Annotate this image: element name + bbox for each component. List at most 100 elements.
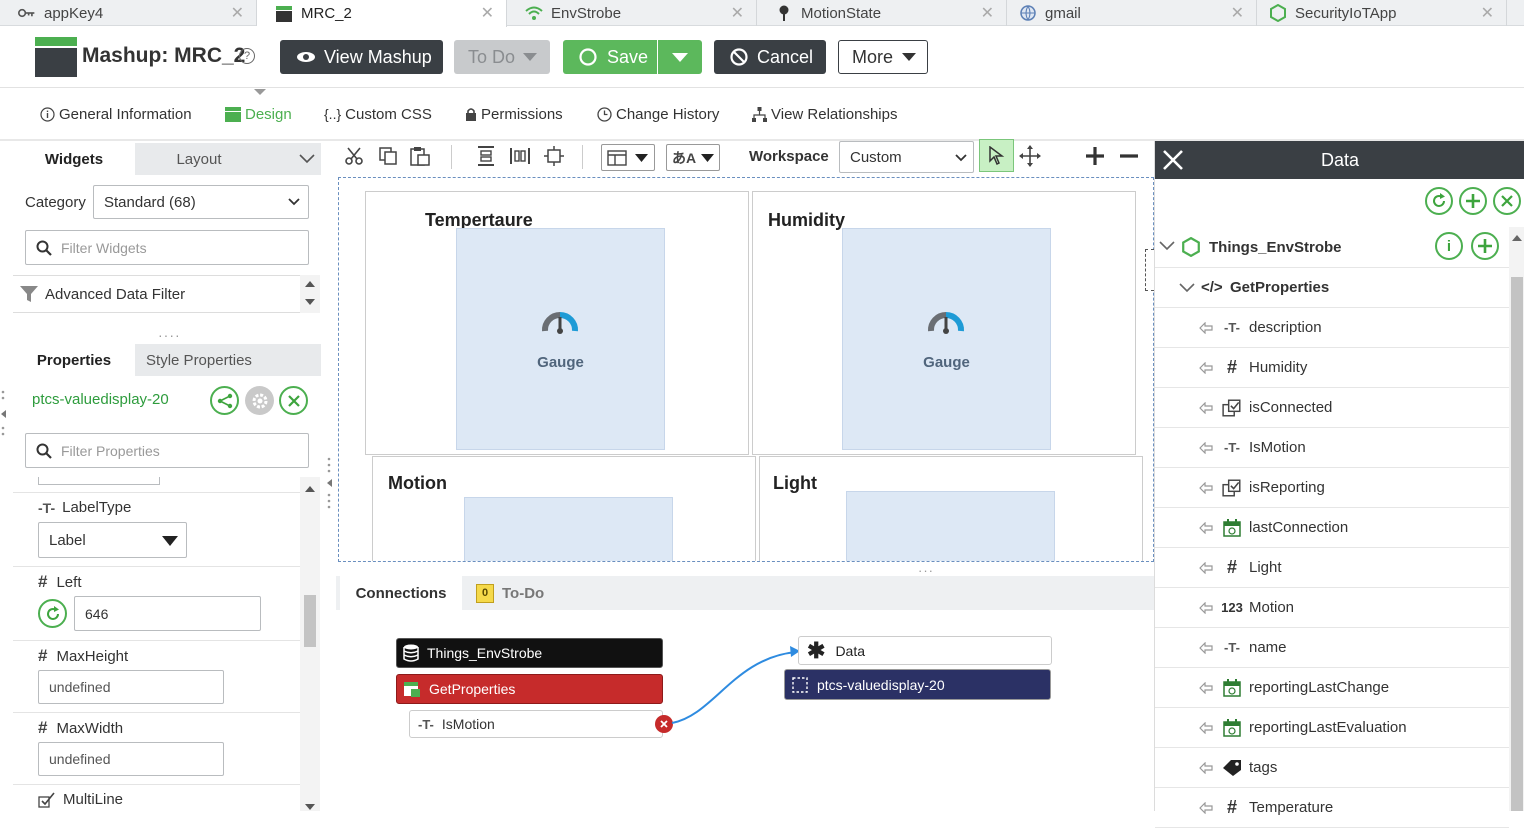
maxwidth-input[interactable]: undefined [38,742,224,776]
tab-layout[interactable]: Layout [137,143,261,175]
data-service-row[interactable]: </> GetProperties [1155,268,1509,308]
widget-list-item[interactable]: Advanced Data Filter [13,275,300,313]
remove-data-button[interactable] [1493,187,1521,215]
category-select[interactable]: Standard (68) [93,185,309,219]
data-field-row[interactable]: reportingLastEvaluation [1155,708,1509,748]
tab-view-relationships[interactable]: View Relationships [752,88,897,140]
mashup-canvas[interactable]: Tempertaure Gauge Humidity Gauge Motion … [338,177,1154,562]
save-dropdown-button[interactable] [658,40,702,74]
add-data-button[interactable] [1459,187,1487,215]
data-field-row[interactable]: -T- IsMotion [1155,428,1509,468]
paste-icon[interactable] [408,141,432,171]
reset-button[interactable] [38,599,67,628]
tab-widgets[interactable]: Widgets [13,143,135,175]
zoom-in-icon[interactable] [1082,141,1108,171]
close-icon[interactable]: ✕ [1481,3,1494,23]
close-icon[interactable]: ✕ [481,3,494,23]
cut-icon[interactable] [342,141,366,171]
align-horizontal-icon[interactable] [508,141,532,171]
splitter-grip[interactable]: ···· [158,327,181,343]
close-icon[interactable]: ✕ [1231,3,1244,23]
data-field-row[interactable]: isConnected [1155,388,1509,428]
widget-list-scrollbar[interactable] [300,275,320,313]
settings-button[interactable] [245,386,274,415]
tab-connections[interactable]: Connections [340,576,462,610]
save-button[interactable]: Save [563,40,657,74]
property-scrollbar[interactable] [300,477,320,811]
close-icon[interactable]: ✕ [731,3,744,23]
localization-dropdown[interactable]: あA [666,144,720,171]
zoom-out-icon[interactable] [1116,141,1142,171]
data-field-row[interactable]: isReporting [1155,468,1509,508]
chevron-down-icon[interactable] [299,154,315,164]
data-field-row[interactable]: # Light [1155,548,1509,588]
center-icon[interactable] [542,141,566,171]
info-button[interactable]: i [1435,232,1463,260]
align-vertical-icon[interactable] [474,141,498,171]
view-mashup-button[interactable]: View Mashup [280,40,443,74]
browser-tab-mrc2[interactable]: MRC_2 ✕ [257,0,507,27]
data-field-row[interactable]: 123 Motion [1155,588,1509,628]
data-field-row[interactable]: -T-description [1155,308,1509,348]
widget-target-node[interactable]: ptcs-valuedisplay-20 [784,669,1051,700]
data-field-row[interactable]: # Temperature [1155,788,1509,828]
cancel-button[interactable]: Cancel [714,40,826,74]
gauge-widget[interactable]: Gauge [842,228,1051,450]
layout-dropdown[interactable] [601,144,655,171]
drag-arrow-icon [1199,801,1213,814]
vertical-splitter[interactable] [325,455,333,510]
tab-design[interactable]: Design [225,88,292,140]
browser-tab-appkey4[interactable]: appKey4 ✕ [0,0,257,26]
data-field-row[interactable]: tags [1155,748,1509,788]
gauge-widget[interactable]: Gauge [456,228,665,450]
browser-tab-motionstate[interactable]: MotionState ✕ [757,0,1007,26]
thing-node[interactable]: Things_EnvStrobe [396,638,663,668]
add-service-button[interactable] [1471,232,1499,260]
data-field-row[interactable]: lastConnection [1155,508,1509,548]
field-node[interactable]: -T- IsMotion [409,710,663,738]
service-node[interactable]: GetProperties [396,674,663,704]
tab-todo[interactable]: 0 To-Do [467,576,559,610]
data-thing-row[interactable]: Things_EnvStrobe i [1155,227,1509,268]
data-field-row[interactable]: # Humidity [1155,348,1509,388]
browser-tab-envstrobe[interactable]: EnvStrobe ✕ [507,0,757,26]
browser-tab-gmail[interactable]: gmail ✕ [1007,0,1257,26]
collapse-handle[interactable] [0,388,8,438]
layout-cell-temperature[interactable]: Tempertaure Gauge [365,191,749,455]
widget-placeholder[interactable] [464,497,673,561]
layout-cell-motion[interactable]: Motion [372,456,756,561]
remove-widget-button[interactable] [279,386,308,415]
bind-button[interactable] [210,386,239,415]
close-icon[interactable]: ✕ [231,3,244,23]
todo-button[interactable]: To Do [454,40,550,74]
filter-widgets-input[interactable]: Filter Widgets [25,230,309,265]
copy-icon[interactable] [376,141,400,171]
close-icon[interactable]: ✕ [981,3,994,23]
data-field-row[interactable]: -T-name [1155,628,1509,668]
maxheight-input[interactable]: undefined [38,670,224,704]
tab-general-information[interactable]: General Information [40,88,192,140]
more-button[interactable]: More [838,40,928,74]
browser-tab-securityiotapp[interactable]: SecurityIoTApp ✕ [1257,0,1507,26]
data-target-node[interactable]: ✱ Data [798,636,1052,665]
resize-handle[interactable] [1145,249,1154,291]
left-input[interactable]: 646 [74,596,261,631]
tab-permissions[interactable]: Permissions [465,88,563,140]
labeltype-select[interactable]: Label [38,522,187,558]
move-icon[interactable] [1017,141,1043,171]
help-icon[interactable]: ? [239,48,255,64]
workspace-select[interactable]: Custom [839,141,974,173]
select-tool-button[interactable] [979,139,1014,172]
refresh-button[interactable] [1425,187,1453,215]
prop-labeltype-label: LabelType [62,499,132,516]
data-panel-scrollbar[interactable] [1509,227,1524,811]
layout-cell-humidity[interactable]: Humidity Gauge [752,191,1136,455]
tab-properties[interactable]: Properties [13,344,135,376]
widget-placeholder[interactable] [846,491,1055,561]
layout-cell-light[interactable]: Light [759,456,1143,561]
tab-style-properties[interactable]: Style Properties [137,344,261,376]
tab-change-history[interactable]: Change History [597,88,719,140]
data-field-row[interactable]: reportingLastChange [1155,668,1509,708]
filter-properties-input[interactable]: Filter Properties [25,433,309,468]
tab-custom-css[interactable]: {..} Custom CSS [324,88,432,140]
